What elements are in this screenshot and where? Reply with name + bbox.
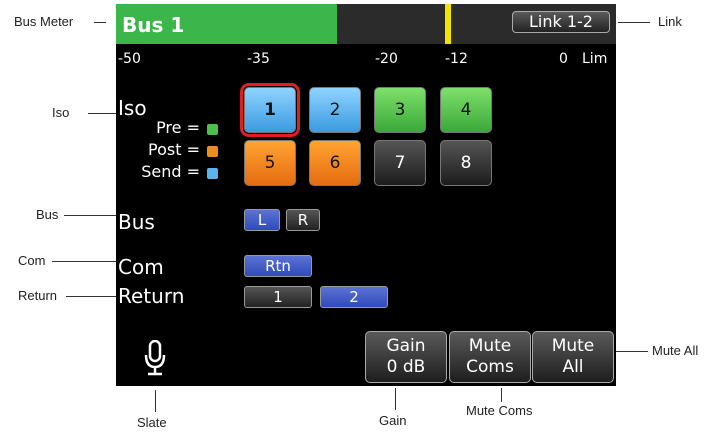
callout-mute-all: Mute All (652, 343, 699, 358)
com-label: Com (118, 255, 164, 279)
scale-label: -12 (445, 51, 468, 67)
scale-label: 0 (559, 51, 568, 67)
iso-button-1[interactable]: 1 (240, 83, 300, 137)
legend-send: Send = (141, 162, 200, 181)
leader-line (64, 215, 116, 216)
pre-swatch (207, 124, 218, 135)
leader-line (155, 390, 156, 412)
iso-button-8[interactable]: 8 (440, 140, 492, 186)
gain-button[interactable]: Gain 0 dB (365, 331, 447, 383)
return-2-button[interactable]: 2 (320, 286, 388, 308)
return-label: Return (118, 284, 185, 308)
send-swatch (207, 168, 218, 179)
bus-right-button[interactable]: R (286, 209, 320, 231)
leader-line (94, 22, 106, 23)
bus-label: Bus (118, 210, 155, 234)
link-button[interactable]: Link 1-2 (512, 11, 610, 33)
callout-return: Return (18, 288, 58, 303)
leader-line (88, 113, 116, 114)
mute-coms-label-2: Coms (466, 357, 514, 377)
mute-coms-button[interactable]: Mute Coms (449, 331, 531, 383)
bus-meter-peak (445, 4, 451, 44)
com-rtn-button[interactable]: Rtn (244, 255, 312, 277)
leader-line (501, 388, 502, 402)
callout-slate: Slate (137, 415, 167, 430)
return-1-button[interactable]: 1 (244, 286, 312, 308)
callout-iso: Iso (52, 105, 70, 120)
gain-button-label: Gain (386, 335, 426, 356)
legend-pre: Pre = (156, 118, 200, 137)
callout-gain: Gain (379, 413, 407, 428)
callout-bus: Bus (36, 207, 59, 222)
leader-line (66, 296, 116, 297)
callout-com: Com (18, 253, 46, 268)
scale-label: -35 (247, 51, 270, 67)
bus-title: Bus 1 (122, 13, 185, 37)
iso-label: Iso (118, 96, 147, 120)
microphone-icon[interactable] (144, 340, 166, 376)
scale-label: -50 (118, 51, 141, 67)
bus-left-button[interactable]: L (244, 209, 280, 231)
leader-line (618, 22, 650, 23)
gain-value: 0 dB (386, 357, 426, 377)
callout-bus-meter: Bus Meter (14, 14, 74, 29)
iso-button-5[interactable]: 5 (244, 140, 296, 186)
callout-link: Link (658, 14, 682, 29)
mute-all-label-2: All (562, 357, 584, 377)
mute-coms-label-1: Mute (468, 335, 512, 356)
iso-button-4[interactable]: 4 (440, 87, 492, 133)
device-screen: Bus 1 Link 1-2 -50 -35 -20 -12 0 Lim Iso… (116, 4, 616, 386)
iso-button-7[interactable]: 7 (374, 140, 426, 186)
callout-mute-coms: Mute Coms (466, 403, 533, 418)
iso-button-3[interactable]: 3 (374, 87, 426, 133)
mute-all-label-1: Mute (551, 335, 595, 356)
leader-line (616, 351, 648, 352)
iso-button-2[interactable]: 2 (309, 87, 361, 133)
leader-line (395, 388, 396, 410)
scale-label: Lim (582, 51, 608, 67)
legend-post: Post = (148, 140, 200, 159)
leader-line (52, 261, 116, 262)
iso-button-6[interactable]: 6 (309, 140, 361, 186)
scale-label: -20 (375, 51, 398, 67)
mute-all-button[interactable]: Mute All (532, 331, 614, 383)
post-swatch (207, 146, 218, 157)
